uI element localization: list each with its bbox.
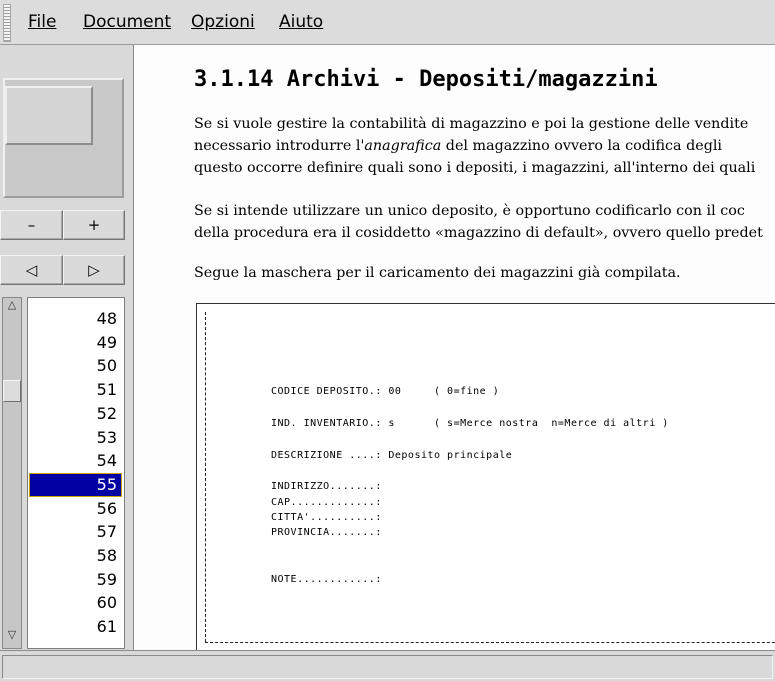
form-screenshot-box: CODICE DEPOSITO.: 00 ( 0=fine ) IND. INV… [196, 303, 775, 650]
page-list-item[interactable]: 53 [30, 427, 121, 449]
status-bar [0, 650, 775, 681]
form-line-descrizione: DESCRIZIONE ....: Deposito principale [271, 450, 513, 461]
menu-file[interactable]: File [28, 12, 56, 32]
next-page-button[interactable]: ▷ [63, 255, 125, 285]
menu-help-label: Aiuto [279, 12, 324, 32]
page-list-item[interactable]: 54 [30, 450, 121, 472]
form-line-ind-inventario: IND. INVENTARIO.: s ( s=Merce nostra n=M… [271, 418, 669, 429]
prev-page-icon: ◁ [25, 261, 38, 279]
document-view[interactable]: 3.1.14 Archivi - Depositi/magazzini Se s… [134, 45, 775, 650]
menu-document-label: Document [83, 12, 172, 32]
box-dashed-left-border [205, 312, 206, 642]
page-thumbnail-viewport[interactable] [5, 86, 93, 145]
paragraph-italic-text: anagrafica [364, 138, 442, 154]
page-list-item[interactable]: 60 [30, 592, 121, 614]
page-list-item[interactable]: 48 [30, 308, 121, 330]
form-line-codice-deposito: CODICE DEPOSITO.: 00 ( 0=fine ) [271, 386, 500, 397]
menu-bar: File Document Opzioni Aiuto [0, 0, 775, 45]
paragraph-text: del magazzino ovvero la codifica degli [441, 138, 722, 154]
box-dashed-bottom-border [205, 642, 775, 643]
left-panel: – + ◁ ▷ △ ▽ 48 49 50 51 52 53 54 55 56 57 58 59 60 61 [0, 45, 134, 650]
status-field [2, 655, 773, 679]
page-list-item[interactable]: 55 [29, 472, 122, 497]
paragraph-line: questo occorre definire quali sono i dep… [194, 160, 756, 176]
menu-file-label: File [28, 12, 57, 32]
paragraph-text: necessario introdurre l' [194, 138, 365, 154]
zoom-out-button[interactable]: – [0, 210, 63, 240]
page-list-item[interactable]: 51 [30, 379, 121, 401]
scrollbar-thumb[interactable] [3, 380, 21, 402]
form-line-note: NOTE............: [271, 574, 382, 585]
page-list-item[interactable]: 58 [30, 545, 121, 567]
menu-document[interactable]: Document [83, 12, 171, 32]
page-list-item[interactable]: 52 [30, 403, 121, 425]
zoom-out-label: – [27, 216, 36, 234]
form-line-indirizzo: INDIRIZZO.......: [271, 481, 382, 492]
page-thumbnail-frame[interactable] [3, 78, 124, 198]
menu-options[interactable]: Opzioni [191, 12, 255, 32]
form-line-citta: CITTA'..........: [271, 512, 382, 523]
page-list-item[interactable]: 50 [30, 355, 121, 377]
paragraph-line: Se si vuole gestire la contabilità di ma… [194, 116, 749, 132]
zoom-in-button[interactable]: + [63, 210, 125, 240]
next-page-icon: ▷ [88, 261, 100, 279]
scroll-up-arrow-icon[interactable]: △ [4, 298, 20, 316]
page-list-scrollbar[interactable]: △ ▽ [2, 297, 22, 649]
paragraph-line: necessario introdurre l'anagrafica del m… [194, 135, 722, 157]
page-list-item[interactable]: 59 [30, 569, 121, 591]
page-list-item[interactable]: 61 [30, 616, 121, 638]
scroll-down-arrow-icon[interactable]: ▽ [4, 628, 20, 646]
form-line-provincia: PROVINCIA.......: [271, 527, 382, 538]
zoom-in-label: + [87, 216, 101, 234]
page-list-item[interactable]: 57 [30, 521, 121, 543]
form-line-cap: CAP.............: [271, 497, 382, 508]
menu-help[interactable]: Aiuto [279, 12, 323, 32]
page-list-item[interactable]: 56 [30, 498, 121, 520]
prev-page-button[interactable]: ◁ [0, 255, 63, 285]
page-list-item[interactable]: 49 [30, 332, 121, 354]
paragraph-line: Segue la maschera per il caricamento dei… [194, 265, 681, 281]
page-list[interactable]: 48 49 50 51 52 53 54 55 56 57 58 59 60 61 [27, 297, 125, 649]
section-title: 3.1.14 Archivi - Depositi/magazzini [194, 67, 658, 92]
menubar-grip-handle[interactable] [3, 4, 11, 42]
paragraph-line: della procedura era il cosiddetto «magaz… [194, 225, 763, 241]
menu-options-label: Opzioni [191, 12, 255, 32]
paragraph-line: Se si intende utilizzare un unico deposi… [194, 203, 745, 219]
